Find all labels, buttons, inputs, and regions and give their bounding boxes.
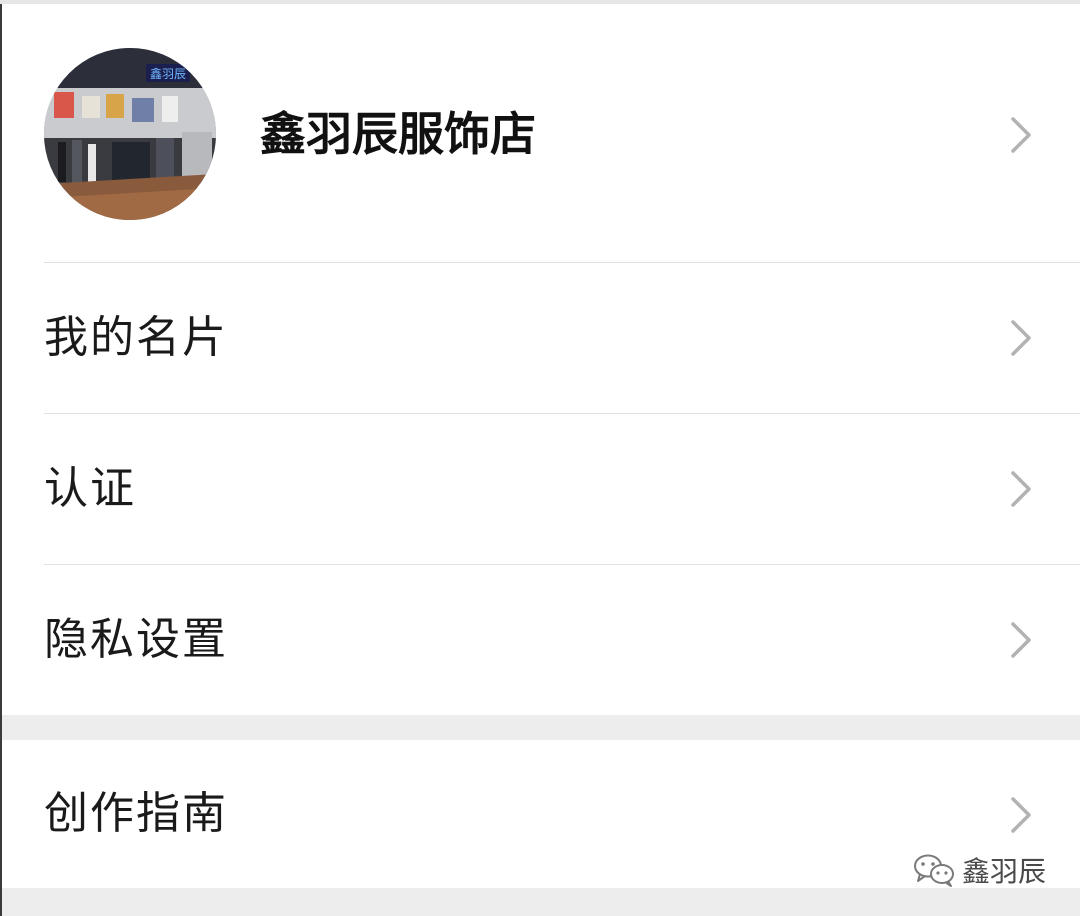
menu-item-my-card[interactable]: 我的名片 (2, 263, 1080, 413)
chevron-right-icon (1010, 621, 1032, 659)
wechat-bubble-icon (913, 854, 954, 887)
settings-card-primary: 鑫羽辰 鑫羽辰服饰店 我的名片 认证 隐私设置 (2, 4, 1080, 715)
store-photo-icon: 鑫羽辰 (44, 48, 216, 220)
menu-item-label: 隐私设置 (44, 614, 228, 665)
watermark: 鑫羽辰 (912, 850, 1046, 890)
menu-item-label: 认证 (44, 463, 136, 514)
watermark-text: 鑫羽辰 (961, 855, 1046, 888)
chevron-right-icon (1010, 796, 1032, 834)
menu-item-label: 创作指南 (44, 788, 228, 839)
profile-name: 鑫羽辰服饰店 (260, 107, 536, 161)
menu-item-label: 我的名片 (44, 312, 228, 363)
chevron-right-icon (1010, 470, 1032, 508)
menu-item-verification[interactable]: 认证 (2, 414, 1080, 564)
chevron-right-icon (1010, 116, 1032, 154)
menu-item-privacy-settings[interactable]: 隐私设置 (2, 565, 1080, 715)
avatar[interactable]: 鑫羽辰 (44, 48, 216, 220)
chevron-right-icon (1010, 319, 1032, 357)
profile-row[interactable]: 鑫羽辰 鑫羽辰服饰店 (2, 4, 1080, 262)
avatar-sign-text: 鑫羽辰 (150, 66, 186, 81)
